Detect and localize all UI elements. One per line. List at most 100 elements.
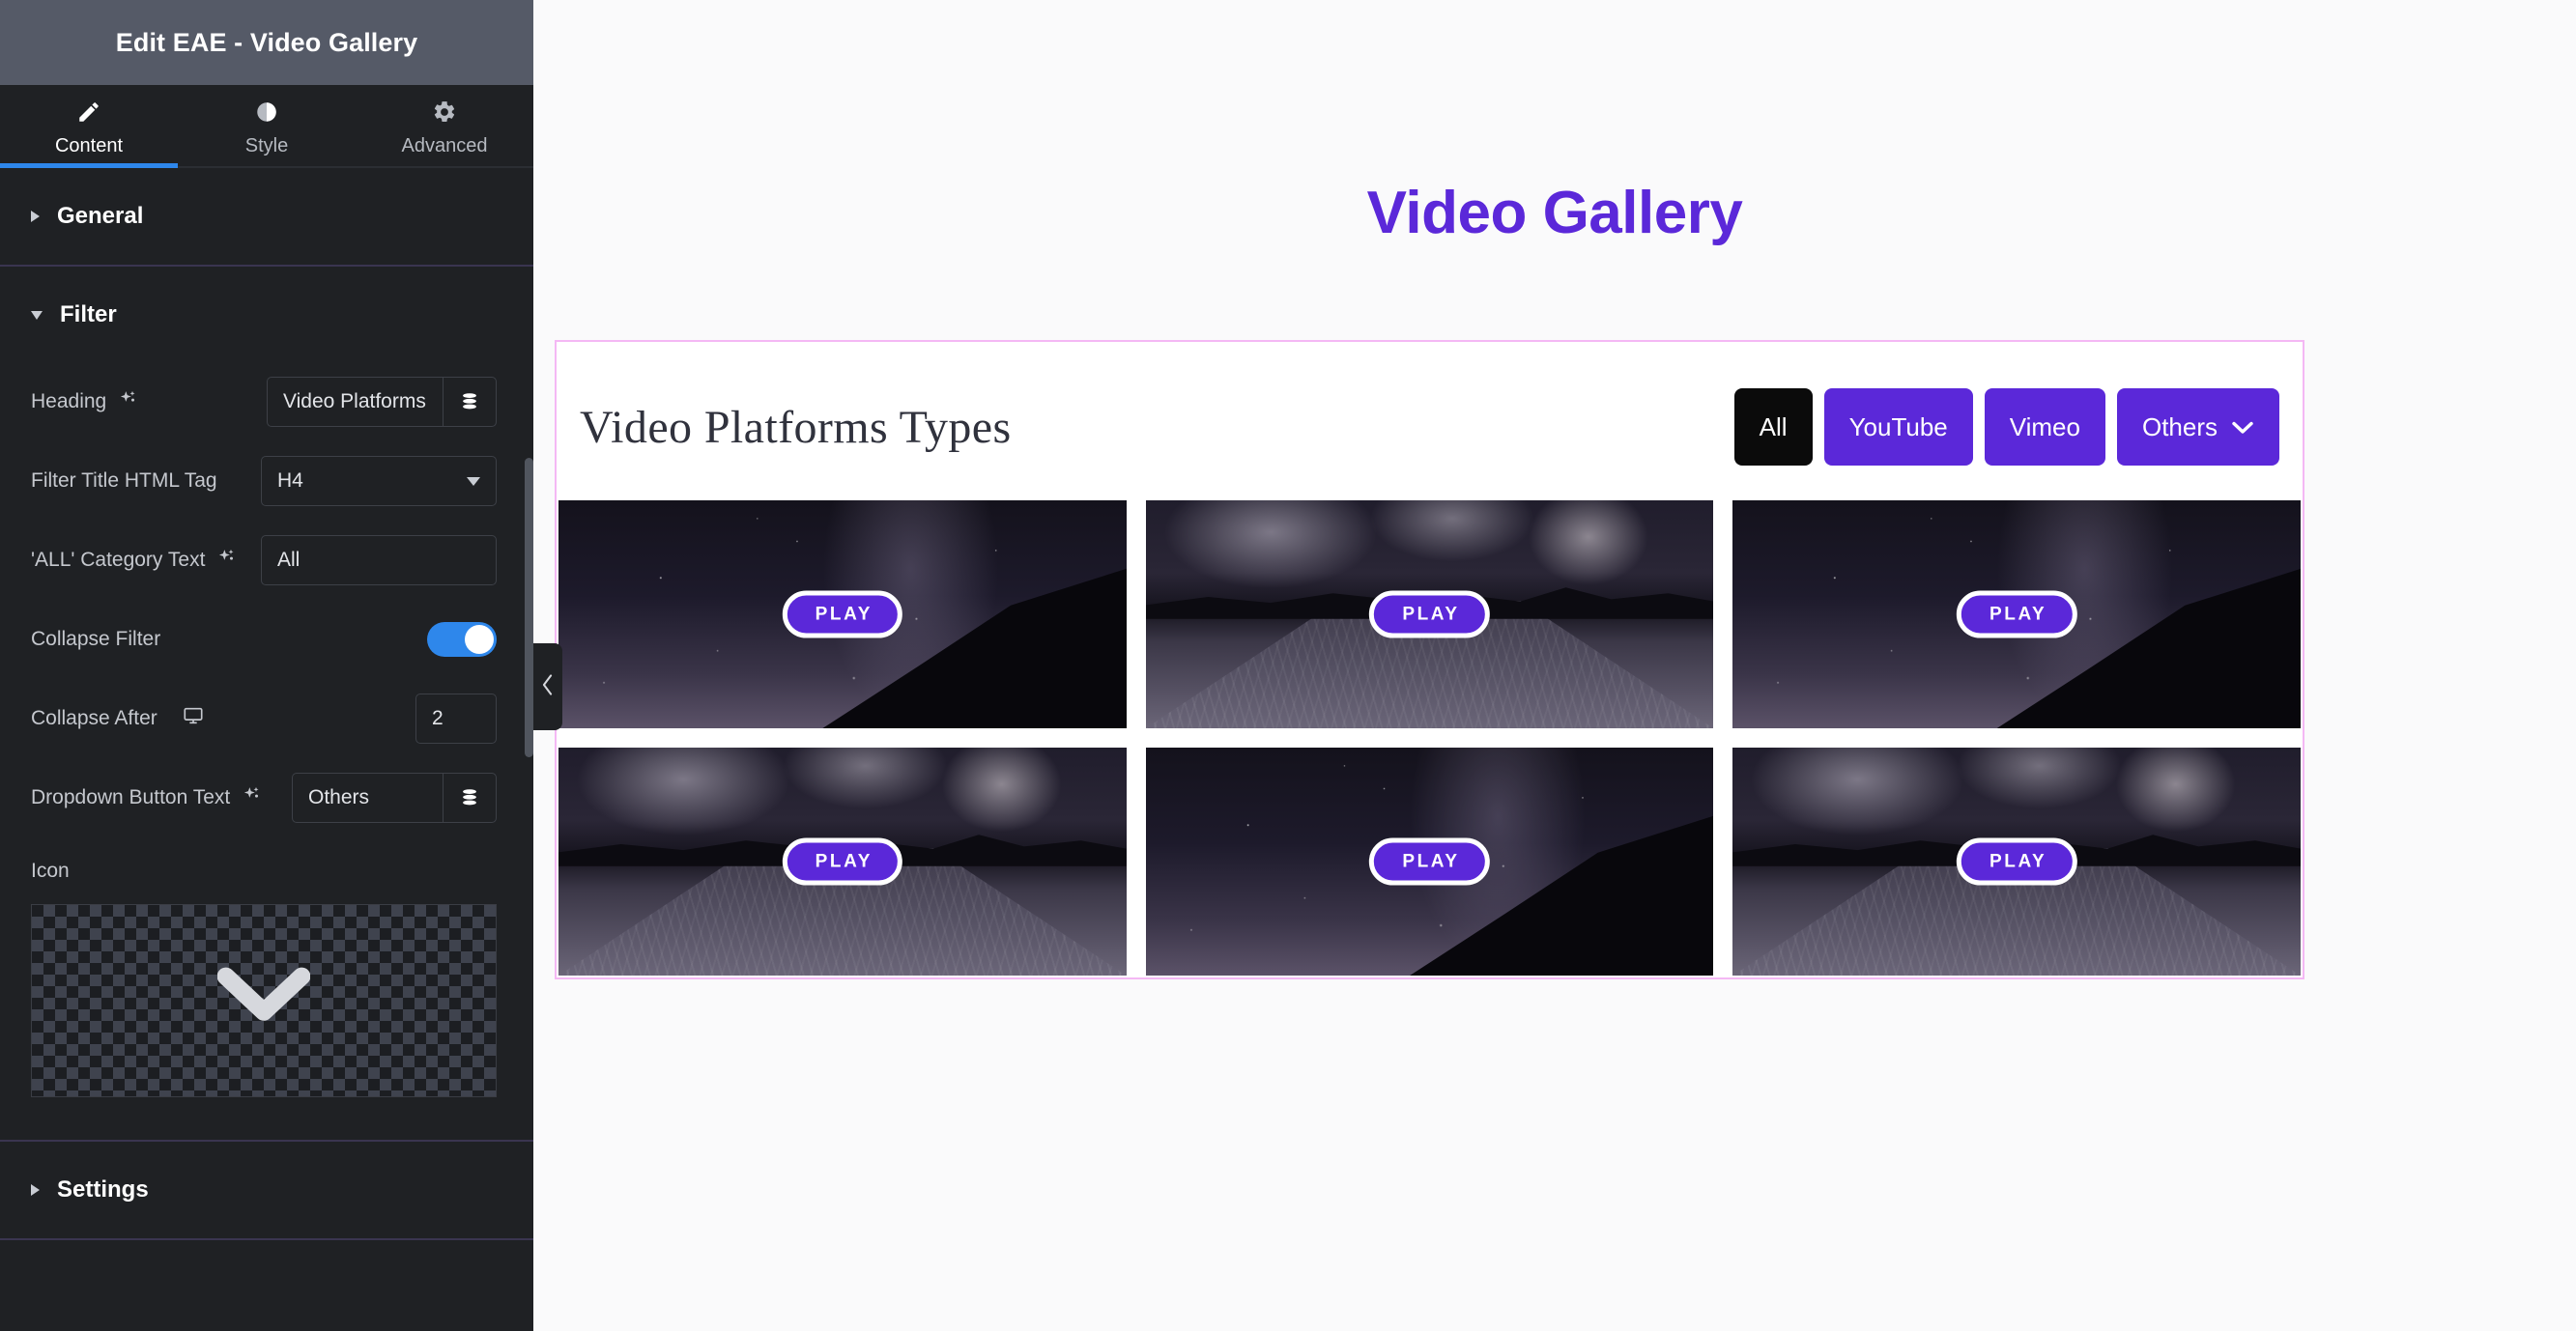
chevron-right-icon	[31, 211, 40, 222]
control-collapse-after-field: 2	[415, 694, 497, 744]
preview-canvas: Video Gallery Video Platforms Types All …	[533, 0, 2576, 1331]
tab-content-label: Content	[54, 135, 124, 156]
video-grid: PLAY PLAY PLAY PLAY PLAY PLAY	[558, 500, 2301, 976]
elementor-editor: Edit EAE - Video Gallery Content Style A…	[0, 0, 2576, 1331]
chevron-down-icon	[2231, 412, 2254, 442]
icon-preview[interactable]	[31, 904, 497, 1097]
chevron-down-icon	[31, 310, 43, 320]
chevron-left-icon	[540, 673, 556, 701]
control-html-tag-field: H4	[261, 456, 497, 506]
play-button[interactable]: PLAY	[1369, 590, 1490, 638]
desktop-monitor-icon[interactable]	[183, 705, 204, 732]
control-all-category-text-label-text: 'ALL' Category Text	[31, 549, 206, 571]
contrast-icon	[254, 98, 279, 127]
filter-heading: Video Platforms Types	[580, 401, 1012, 453]
filter-button-youtube-label: YouTube	[1848, 411, 1948, 441]
video-gallery-widget[interactable]: Video Platforms Types All YouTube Vimeo …	[555, 340, 2304, 979]
video-gallery-inner: Video Platforms Types All YouTube Vimeo …	[557, 342, 2303, 976]
tab-advanced-label: Advanced	[401, 135, 488, 156]
play-button[interactable]: PLAY	[782, 590, 902, 638]
play-button[interactable]: PLAY	[782, 837, 902, 886]
control-icon: Icon	[31, 860, 497, 1097]
heading-input[interactable]: Video Platforms	[267, 377, 443, 427]
video-item[interactable]: PLAY	[1145, 500, 1714, 728]
control-heading: Heading Video Platforms	[31, 377, 497, 427]
editor-panel: Edit EAE - Video Gallery Content Style A…	[0, 0, 533, 1331]
all-category-text-input[interactable]: All	[261, 535, 497, 585]
control-heading-label-text: Heading	[31, 390, 107, 412]
play-button[interactable]: PLAY	[1956, 837, 2077, 886]
pencil-icon	[76, 98, 101, 127]
panel-collapse-handle[interactable]	[533, 643, 562, 730]
control-dropdown-button-text-label-text: Dropdown Button Text	[31, 786, 231, 808]
panel-scrollbar[interactable]	[525, 168, 533, 1331]
control-collapse-after-label-text: Collapse After	[31, 707, 157, 729]
play-button[interactable]: PLAY	[1369, 837, 1490, 886]
control-all-category-text-label: 'ALL' Category Text	[31, 548, 236, 573]
panel-header: Edit EAE - Video Gallery	[0, 0, 533, 85]
video-item[interactable]: PLAY	[558, 500, 1127, 728]
control-collapse-filter-label: Collapse Filter	[31, 628, 161, 650]
control-collapse-after-label: Collapse After	[31, 705, 204, 732]
sparkle-ai-icon	[216, 548, 236, 573]
collapse-after-input[interactable]: 2	[415, 694, 497, 744]
panel-scrollbar-thumb[interactable]	[525, 458, 533, 757]
control-collapse-filter-field	[427, 622, 497, 657]
control-collapse-filter: Collapse Filter	[31, 614, 497, 665]
control-heading-field: Video Platforms	[267, 377, 497, 427]
video-item[interactable]: PLAY	[1732, 748, 2301, 976]
section-settings: Settings	[0, 1142, 533, 1240]
filter-button-all-label: All	[1759, 411, 1788, 441]
chevron-down-icon	[467, 476, 480, 486]
control-dropdown-button-text-field: Others	[292, 773, 497, 823]
sparkle-ai-icon	[242, 785, 261, 810]
section-filter-body: Heading Video Platforms Filter Title HTM…	[0, 377, 533, 1140]
filter-button-vimeo-label: Vimeo	[2009, 411, 2080, 441]
video-item[interactable]: PLAY	[1145, 748, 1714, 976]
control-html-tag-label: Filter Title HTML Tag	[31, 469, 217, 492]
toggle-knob	[465, 625, 494, 654]
control-heading-label: Heading	[31, 389, 137, 414]
tab-advanced[interactable]: Advanced	[356, 85, 533, 166]
section-settings-title: Settings	[57, 1176, 149, 1203]
section-general-header[interactable]: General	[0, 168, 533, 265]
tab-style[interactable]: Style	[178, 85, 356, 166]
panel-title: Edit EAE - Video Gallery	[115, 27, 418, 57]
section-filter: Filter Heading Video Platforms Filter Ti…	[0, 267, 533, 1142]
control-collapse-after: Collapse After 2	[31, 694, 497, 744]
control-dropdown-button-text: Dropdown Button Text Others	[31, 773, 497, 823]
video-item[interactable]: PLAY	[558, 748, 1127, 976]
tab-content[interactable]: Content	[0, 85, 178, 168]
section-general: General	[0, 168, 533, 267]
filter-bar: Video Platforms Types All YouTube Vimeo …	[557, 342, 2303, 500]
html-tag-select-value: H4	[277, 469, 303, 492]
collapse-filter-toggle[interactable]	[427, 622, 497, 657]
control-dropdown-button-text-label: Dropdown Button Text	[31, 785, 261, 810]
filter-button-others-label: Others	[2141, 411, 2218, 441]
filter-button-all[interactable]: All	[1733, 388, 1813, 466]
tab-style-label: Style	[244, 135, 289, 156]
control-icon-label: Icon	[31, 860, 70, 882]
filter-button-others[interactable]: Others	[2116, 388, 2279, 466]
play-button[interactable]: PLAY	[1956, 590, 2077, 638]
gear-icon	[432, 98, 457, 127]
control-all-category-text-field: All	[261, 535, 497, 585]
page-title: Video Gallery	[1366, 180, 1743, 246]
filter-button-youtube[interactable]: YouTube	[1823, 388, 1973, 466]
filter-buttons: All YouTube Vimeo Others	[1733, 388, 2279, 466]
chevron-down-icon	[216, 964, 311, 1038]
section-filter-header[interactable]: Filter	[0, 267, 533, 363]
database-stack-icon[interactable]	[443, 773, 497, 823]
section-settings-header[interactable]: Settings	[0, 1142, 533, 1238]
html-tag-select[interactable]: H4	[261, 456, 497, 506]
section-filter-title: Filter	[60, 301, 117, 327]
panel-tabs: Content Style Advanced	[0, 85, 533, 168]
database-stack-icon[interactable]	[443, 377, 497, 427]
dropdown-button-text-input[interactable]: Others	[292, 773, 443, 823]
section-general-title: General	[57, 203, 144, 229]
control-all-category-text: 'ALL' Category Text All	[31, 535, 497, 585]
control-html-tag: Filter Title HTML Tag H4	[31, 456, 497, 506]
video-item[interactable]: PLAY	[1732, 500, 2301, 728]
filter-button-vimeo[interactable]: Vimeo	[1984, 388, 2105, 466]
sparkle-ai-icon	[118, 389, 137, 414]
